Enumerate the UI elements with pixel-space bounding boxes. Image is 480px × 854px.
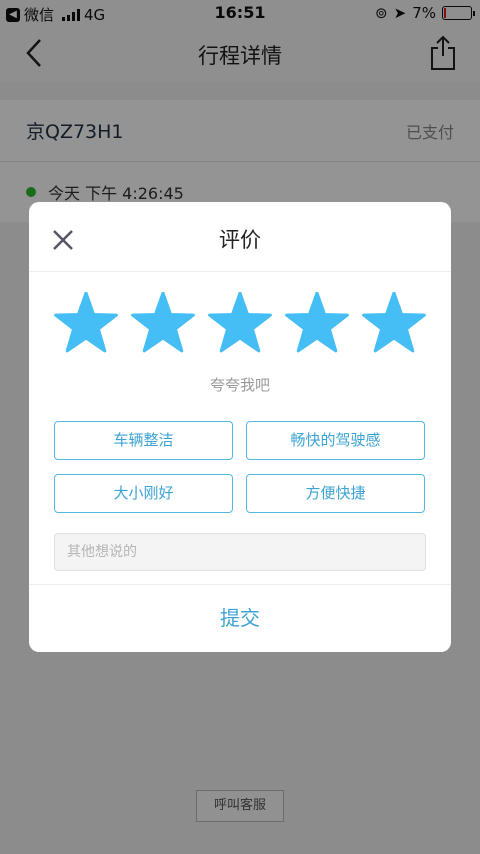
- rating-prompt: 夸夸我吧: [209, 376, 270, 394]
- tag-clean-car[interactable]: 车辆整洁: [54, 421, 233, 460]
- tag-list: 车辆整洁 畅快的驾驶感 大小刚好 方便快捷: [29, 421, 451, 513]
- star-icon[interactable]: [362, 292, 426, 354]
- star-icon[interactable]: [285, 292, 349, 354]
- rating-dialog: 评价 夸夸我吧 车辆整洁 畅快的驾驶感 大小刚好 方便快捷 其他想说的 提交: [29, 202, 451, 652]
- star-icon[interactable]: [131, 292, 195, 354]
- dialog-title: 评价: [219, 228, 261, 252]
- tag-smooth-driving[interactable]: 畅快的驾驶感: [246, 421, 425, 460]
- star-icon[interactable]: [54, 292, 118, 354]
- star-icon[interactable]: [208, 292, 272, 354]
- dialog-header: 评价: [29, 202, 451, 272]
- star-rating[interactable]: [29, 292, 451, 354]
- submit-button[interactable]: 提交: [29, 584, 451, 652]
- remark-input[interactable]: 其他想说的: [54, 533, 426, 571]
- tag-right-size[interactable]: 大小刚好: [54, 474, 233, 513]
- tag-convenient[interactable]: 方便快捷: [246, 474, 425, 513]
